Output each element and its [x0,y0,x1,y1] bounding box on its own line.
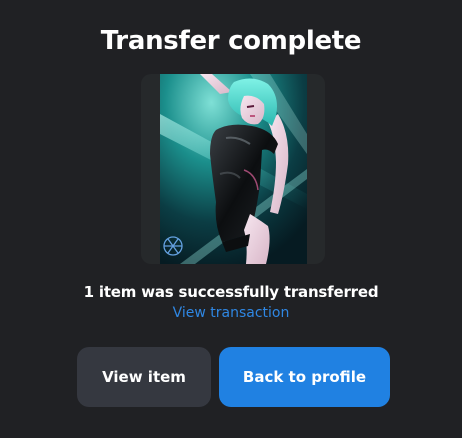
dialog-title: Transfer complete [100,26,362,56]
nft-image-frame [141,74,325,264]
view-item-button[interactable]: View item [77,347,211,407]
transfer-complete-dialog: Transfer complete 1 item was successfull… [0,0,462,438]
back-to-profile-button[interactable]: Back to profile [219,347,390,407]
nft-artwork-image [160,74,307,264]
transfer-status-text: 1 item was successfully transferred [83,283,379,301]
view-transaction-link[interactable]: View transaction [0,305,462,321]
